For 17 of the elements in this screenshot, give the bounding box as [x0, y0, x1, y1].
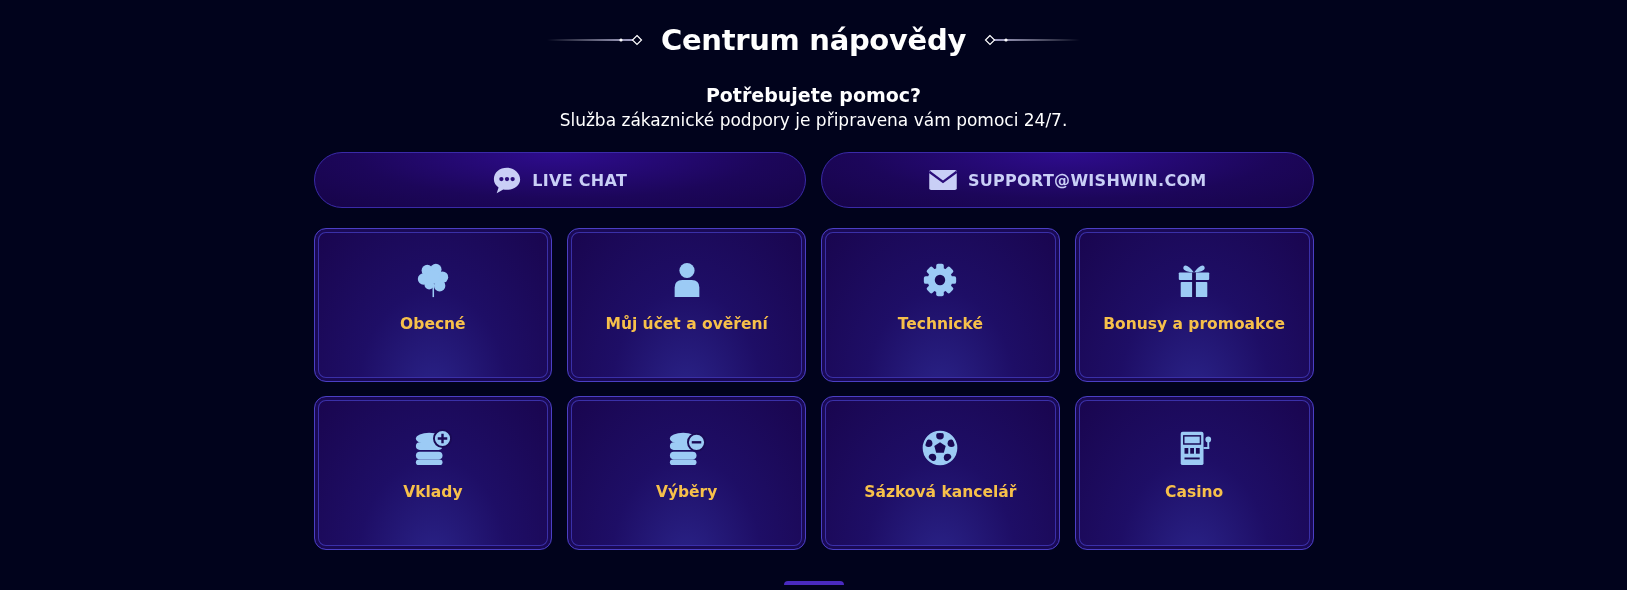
category-card[interactable]: Můj účet a ověření: [567, 228, 806, 382]
envelope-icon: [927, 169, 958, 191]
support-description: Služba zákaznické podpory je připravena vám pomoci 24/7.: [559, 110, 1068, 130]
category-card[interactable]: Výběry: [567, 396, 806, 550]
live-chat-button[interactable]: LIVE CHAT: [313, 152, 806, 208]
category-card[interactable]: Obecné: [313, 228, 553, 382]
soccer-ball-icon: [921, 429, 960, 467]
category-card[interactable]: Sázková kancelář: [821, 396, 1060, 550]
coins-plus-icon: [413, 429, 452, 467]
email-button[interactable]: SUPPORT@WISHWIN.COM: [821, 152, 1314, 208]
category-card[interactable]: Vklady: [313, 396, 553, 550]
category-card[interactable]: Bonusy a promoakce: [1074, 228, 1314, 382]
subtitle: Potřebujete pomoc?: [705, 84, 922, 106]
category-card[interactable]: Technické: [821, 228, 1060, 382]
chat-icon: [492, 165, 523, 195]
page-title: Centrum nápovědy: [660, 23, 967, 57]
category-card[interactable]: Casino: [1074, 396, 1314, 550]
